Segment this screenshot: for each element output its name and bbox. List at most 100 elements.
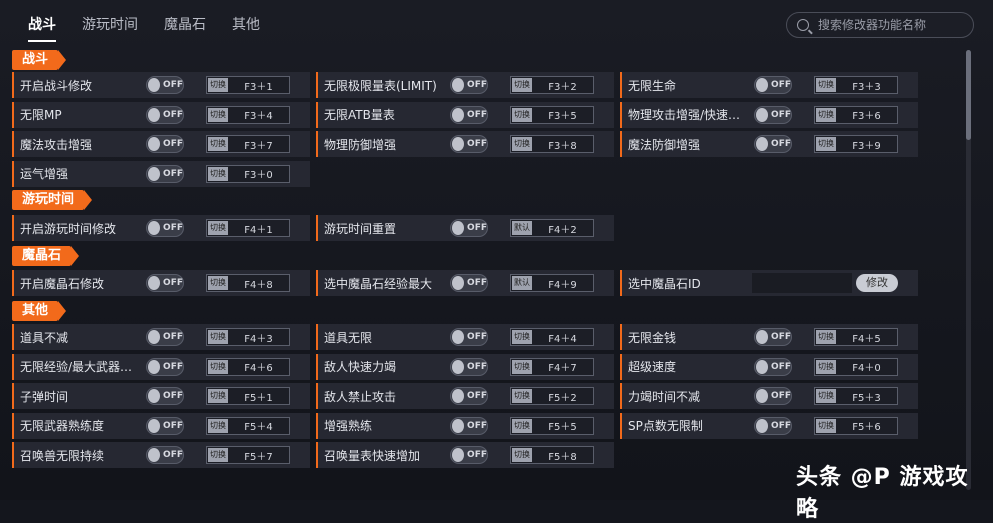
search-input[interactable] bbox=[816, 17, 970, 33]
hotkey-field[interactable]: 切换 F3＋5 bbox=[510, 105, 594, 124]
hotkey-field[interactable]: 切换 F5＋2 bbox=[510, 387, 594, 405]
toggle-switch[interactable]: OFF bbox=[146, 135, 184, 153]
toggle-knob bbox=[756, 418, 769, 433]
toggle-knob bbox=[148, 166, 161, 181]
toggle-switch[interactable]: OFF bbox=[146, 387, 184, 405]
hotkey-field[interactable]: 切换 F4＋6 bbox=[206, 357, 290, 376]
cheat-row: 增强熟练 OFF 切换 F5＋5 bbox=[316, 412, 614, 439]
hotkey-value: F5＋5 bbox=[548, 422, 577, 433]
hotkey-field[interactable]: 切换 F4＋5 bbox=[814, 328, 898, 346]
toggle-switch[interactable]: OFF bbox=[450, 387, 488, 405]
edit-button[interactable]: 修改 bbox=[856, 274, 898, 292]
toggle-switch[interactable]: OFF bbox=[450, 328, 488, 346]
hotkey-field[interactable]: 切换 F5＋4 bbox=[206, 416, 290, 435]
toggle-switch[interactable]: OFF bbox=[146, 219, 184, 237]
hotkey-field[interactable]: 切换 F5＋6 bbox=[814, 416, 898, 435]
hotkey-field[interactable]: 切换 F4＋7 bbox=[510, 357, 594, 376]
cheat-label: 无限经验/最大武器等级 bbox=[20, 360, 144, 374]
toggle-switch[interactable]: OFF bbox=[754, 105, 792, 124]
crystal-id-input[interactable] bbox=[752, 273, 852, 293]
scrollbar[interactable] bbox=[966, 50, 971, 490]
hotkey-field[interactable]: 切换 F3＋9 bbox=[814, 135, 898, 153]
toggle-switch[interactable]: OFF bbox=[754, 387, 792, 405]
hotkey-field[interactable]: 切换 F5＋8 bbox=[510, 446, 594, 464]
hotkey-field[interactable]: 切换 F5＋5 bbox=[510, 416, 594, 435]
cheat-label: 无限武器熟练度 bbox=[20, 419, 105, 433]
tab-playtime[interactable]: 游玩时间 bbox=[82, 14, 138, 42]
cheat-row: 道具不减 OFF 切换 F4＋3 bbox=[12, 324, 310, 350]
hotkey-field[interactable]: 切换 F3＋7 bbox=[206, 135, 290, 153]
toggle-state-text: OFF bbox=[771, 109, 791, 120]
toggle-knob bbox=[452, 389, 465, 403]
hotkey-field[interactable]: 切换 F3＋2 bbox=[510, 76, 594, 94]
hotkey-tag: 切换 bbox=[816, 330, 836, 344]
toggle-switch[interactable]: OFF bbox=[146, 164, 184, 183]
cheat-row: 力竭时间不减 OFF 切换 F5＋3 bbox=[620, 383, 918, 409]
hotkey-value: F4＋6 bbox=[244, 363, 273, 374]
toggle-knob bbox=[756, 137, 769, 151]
toggle-switch[interactable]: OFF bbox=[754, 357, 792, 376]
cheat-label: 道具不减 bbox=[20, 330, 69, 345]
toggle-switch[interactable]: OFF bbox=[146, 357, 184, 376]
toggle-switch[interactable]: OFF bbox=[450, 274, 488, 292]
toggle-switch[interactable]: OFF bbox=[754, 135, 792, 153]
hotkey-value: F5＋7 bbox=[244, 451, 273, 463]
toggle-switch[interactable]: OFF bbox=[146, 446, 184, 464]
toggle-knob bbox=[756, 330, 769, 344]
toggle-knob bbox=[148, 448, 161, 462]
hotkey-value: F5＋1 bbox=[244, 392, 273, 404]
toggle-switch[interactable]: OFF bbox=[146, 76, 184, 94]
tab-battle[interactable]: 战斗 bbox=[28, 14, 56, 42]
cheat-row: 子弹时间 OFF 切换 F5＋1 bbox=[12, 383, 310, 409]
hotkey-tag: 切换 bbox=[208, 418, 228, 433]
hotkey-tag: 切换 bbox=[512, 330, 532, 344]
hotkey-value: F5＋4 bbox=[244, 422, 273, 433]
toggle-switch[interactable]: OFF bbox=[450, 105, 488, 124]
hotkey-field[interactable]: 切换 F3＋4 bbox=[206, 105, 290, 124]
hotkey-field[interactable]: 切换 F4＋8 bbox=[206, 274, 290, 292]
tab-other[interactable]: 其他 bbox=[232, 14, 260, 42]
toggle-switch[interactable]: OFF bbox=[146, 416, 184, 435]
hotkey-field[interactable]: 切换 F3＋6 bbox=[814, 105, 898, 124]
hotkey-field[interactable]: 默认 F4＋2 bbox=[510, 219, 594, 237]
toggle-knob bbox=[148, 107, 161, 122]
hotkey-field[interactable]: 切换 F4＋1 bbox=[206, 219, 290, 237]
toggle-switch[interactable]: OFF bbox=[754, 416, 792, 435]
hotkey-field[interactable]: 切换 F3＋0 bbox=[206, 164, 290, 183]
hotkey-field[interactable]: 切换 F5＋3 bbox=[814, 387, 898, 405]
hotkey-field[interactable]: 切换 F4＋3 bbox=[206, 328, 290, 346]
toggle-switch[interactable]: OFF bbox=[450, 76, 488, 94]
cheat-label: 游玩时间重置 bbox=[324, 221, 397, 236]
hotkey-field[interactable]: 切换 F4＋0 bbox=[814, 357, 898, 376]
toggle-switch[interactable]: OFF bbox=[450, 416, 488, 435]
toggle-switch[interactable]: OFF bbox=[146, 328, 184, 346]
cheat-label: 运气增强 bbox=[20, 167, 69, 181]
toggle-switch[interactable]: OFF bbox=[450, 357, 488, 376]
hotkey-field[interactable]: 切换 F3＋1 bbox=[206, 76, 290, 94]
toggle-switch[interactable]: OFF bbox=[754, 328, 792, 346]
tab-crystal[interactable]: 魔晶石 bbox=[164, 14, 206, 42]
toggle-switch[interactable]: OFF bbox=[450, 135, 488, 153]
hotkey-tag: 切换 bbox=[816, 418, 836, 433]
toggle-switch[interactable]: OFF bbox=[146, 274, 184, 292]
hotkey-field[interactable]: 切换 F3＋8 bbox=[510, 135, 594, 153]
toggle-switch[interactable]: OFF bbox=[450, 219, 488, 237]
hotkey-tag: 切换 bbox=[512, 137, 532, 151]
hotkey-tag: 切换 bbox=[816, 78, 836, 92]
search-box[interactable] bbox=[786, 12, 974, 38]
hotkey-tag: 切换 bbox=[816, 389, 836, 403]
cheat-row: 召唤兽无限持续 OFF 切换 F5＋7 bbox=[12, 442, 310, 468]
hotkey-field[interactable]: 切换 F5＋7 bbox=[206, 446, 290, 464]
toggle-switch[interactable]: OFF bbox=[146, 105, 184, 124]
hotkey-field[interactable]: 切换 F3＋3 bbox=[814, 76, 898, 94]
toggle-switch[interactable]: OFF bbox=[450, 446, 488, 464]
toggle-switch[interactable]: OFF bbox=[754, 76, 792, 94]
hotkey-value: F3＋4 bbox=[244, 111, 273, 122]
scrollbar-thumb[interactable] bbox=[966, 50, 971, 140]
hotkey-value: F3＋9 bbox=[852, 140, 881, 152]
cheat-row: 游玩时间重置 OFF 默认 F4＋2 bbox=[316, 215, 614, 241]
hotkey-field[interactable]: 默认 F4＋9 bbox=[510, 274, 594, 292]
cheat-label: 无限金钱 bbox=[628, 330, 677, 345]
hotkey-field[interactable]: 切换 F4＋4 bbox=[510, 328, 594, 346]
hotkey-field[interactable]: 切换 F5＋1 bbox=[206, 387, 290, 405]
